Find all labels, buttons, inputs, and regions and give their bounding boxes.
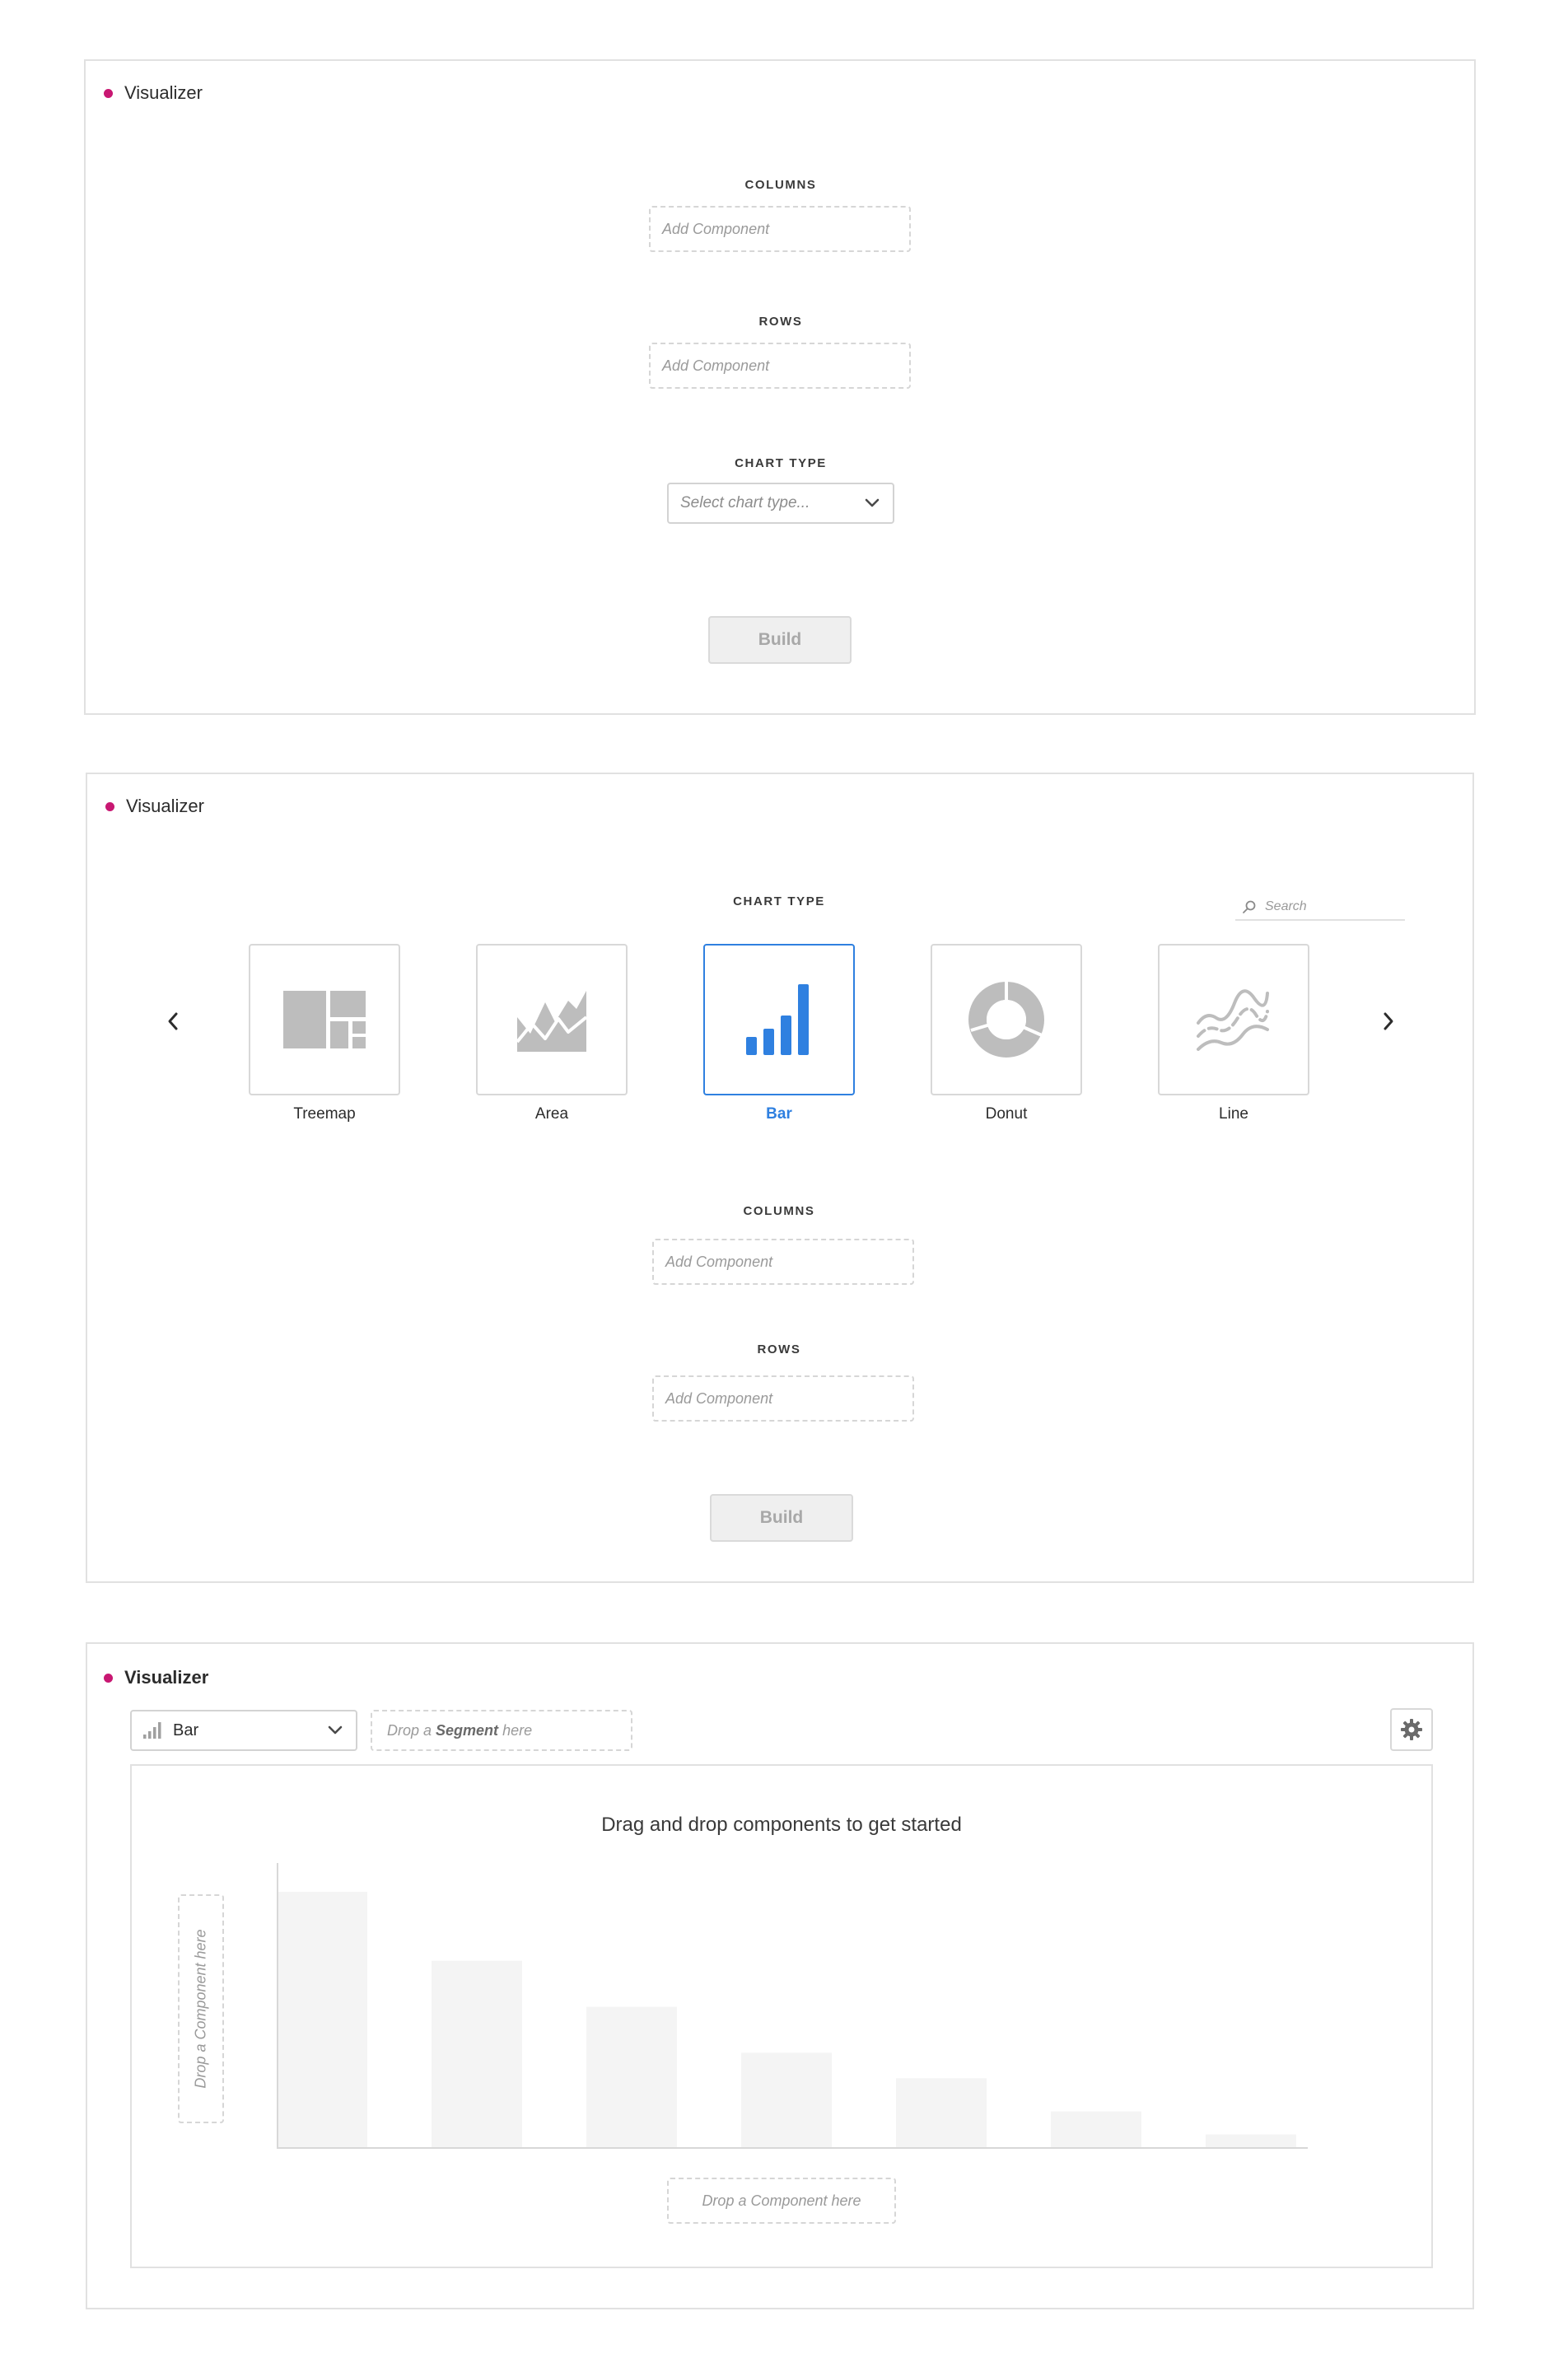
chevron-left-icon bbox=[168, 1012, 178, 1030]
chart-type-select[interactable]: Select chart type... bbox=[667, 483, 894, 524]
search-placeholder: Search bbox=[1265, 899, 1307, 913]
panel-title: Visualizer bbox=[126, 796, 204, 816]
donut-chart-icon bbox=[968, 981, 1044, 1058]
chart-tile-label: Line bbox=[1219, 1105, 1248, 1123]
line-chart-icon bbox=[1197, 989, 1269, 1051]
status-dot bbox=[104, 88, 113, 98]
visualizer-panel-chart-picker: Visualizer CHART TYPE Search Treemap Are… bbox=[86, 773, 1474, 1583]
chart-type-select[interactable]: Bar bbox=[130, 1710, 357, 1751]
canvas-empty-message: Drag and drop components to get started bbox=[601, 1814, 962, 1836]
segment-dropzone-prefix: Drop a bbox=[387, 1721, 432, 1739]
carousel-next-button[interactable] bbox=[1374, 1006, 1403, 1036]
rows-dropzone[interactable]: Add Component bbox=[652, 1375, 914, 1422]
panel-header: Visualizer bbox=[104, 82, 203, 104]
visualizer-panel-canvas: Visualizer Bar Drop a Segment here Drag … bbox=[86, 1642, 1474, 2309]
panel-title: Visualizer bbox=[124, 82, 203, 103]
columns-label: COLUMNS bbox=[743, 1204, 815, 1218]
settings-button[interactable] bbox=[1390, 1708, 1433, 1751]
search-icon bbox=[1243, 900, 1256, 913]
placeholder-bar bbox=[1206, 2134, 1296, 2147]
x-axis-dropzone[interactable]: Drop a Component here bbox=[667, 2178, 896, 2224]
area-chart-icon bbox=[517, 991, 586, 1052]
status-dot bbox=[105, 801, 114, 811]
status-dot bbox=[104, 1673, 113, 1683]
chevron-down-icon bbox=[328, 1725, 343, 1735]
rows-label: ROWS bbox=[758, 315, 803, 329]
chart-canvas: Drag and drop components to get started … bbox=[130, 1764, 1433, 2268]
y-axis-dropzone[interactable]: Drop a Component here bbox=[178, 1894, 224, 2123]
rows-label: ROWS bbox=[757, 1342, 801, 1356]
gear-icon bbox=[1401, 1719, 1422, 1740]
columns-label: COLUMNS bbox=[744, 178, 817, 192]
panel-header: Visualizer bbox=[105, 796, 204, 817]
chart-search-input[interactable]: Search bbox=[1235, 894, 1405, 921]
columns-dropzone[interactable]: Add Component bbox=[649, 206, 911, 252]
placeholder-bar-chart bbox=[277, 1863, 1308, 2149]
chart-tile-donut[interactable] bbox=[931, 944, 1082, 1095]
columns-dropzone[interactable]: Add Component bbox=[652, 1239, 914, 1285]
chevron-right-icon bbox=[1384, 1012, 1393, 1030]
chart-tile-label: Treemap bbox=[293, 1105, 356, 1123]
segment-dropzone-keyword: Segment bbox=[436, 1721, 499, 1739]
chart-tile-label: Area bbox=[534, 1105, 569, 1123]
placeholder-bar bbox=[741, 2052, 832, 2147]
chart-type-label: CHART TYPE bbox=[735, 456, 827, 470]
y-axis-dropzone-label: Drop a Component here bbox=[192, 1929, 209, 2089]
chart-type-label: CHART TYPE bbox=[733, 894, 825, 908]
segment-dropzone-suffix: here bbox=[502, 1721, 533, 1739]
treemap-icon bbox=[283, 991, 366, 1048]
chevron-down-icon bbox=[865, 498, 880, 507]
chart-type-select-value: Bar bbox=[173, 1721, 199, 1739]
chart-tile-treemap[interactable] bbox=[249, 944, 400, 1095]
visualizer-panel-empty: Visualizer COLUMNS Add Component ROWS Ad… bbox=[84, 59, 1476, 715]
segment-dropzone[interactable]: Drop a Segment here bbox=[371, 1710, 632, 1751]
placeholder-bar bbox=[432, 1960, 522, 2147]
build-button[interactable]: Build bbox=[708, 616, 852, 664]
placeholder-bar bbox=[277, 1892, 367, 2147]
panel-title: Visualizer bbox=[124, 1667, 209, 1688]
bar-chart-icon bbox=[143, 1722, 161, 1739]
rows-dropzone[interactable]: Add Component bbox=[649, 343, 911, 389]
chart-tile-bar[interactable] bbox=[703, 944, 855, 1095]
carousel-prev-button[interactable] bbox=[158, 1006, 188, 1036]
chart-tile-line[interactable] bbox=[1158, 944, 1309, 1095]
build-button[interactable]: Build bbox=[710, 1494, 853, 1542]
placeholder-bar bbox=[586, 2006, 677, 2147]
panel-header: Visualizer bbox=[104, 1667, 208, 1688]
bar-chart-icon bbox=[746, 984, 809, 1055]
chart-tile-area[interactable] bbox=[476, 944, 628, 1095]
chart-type-select-value: Select chart type... bbox=[680, 494, 810, 511]
placeholder-bar bbox=[896, 2078, 987, 2147]
chart-tile-label: Donut bbox=[985, 1105, 1028, 1123]
chart-tile-label: Bar bbox=[766, 1105, 792, 1123]
placeholder-bar bbox=[1051, 2111, 1141, 2147]
